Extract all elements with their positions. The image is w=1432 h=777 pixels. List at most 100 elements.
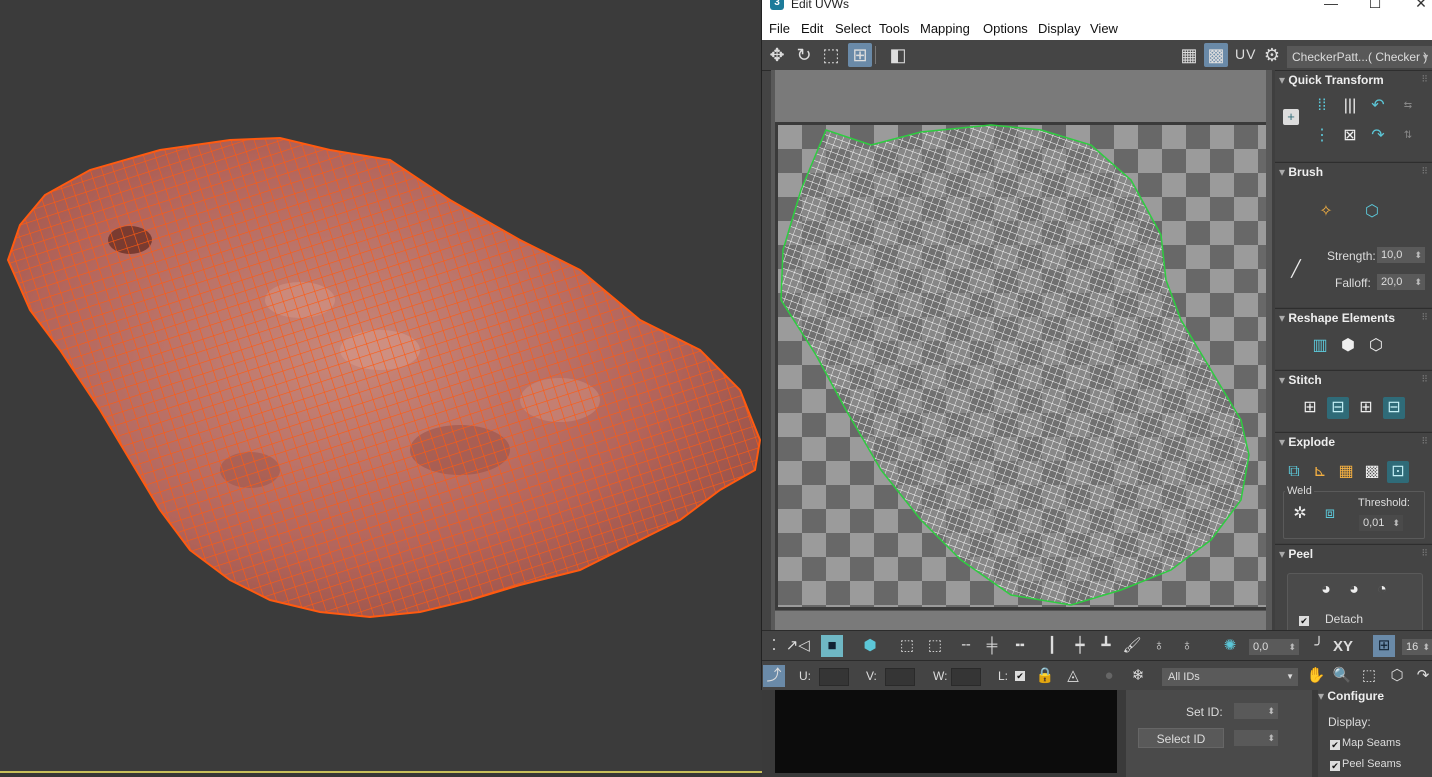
stitch-target-icon[interactable]: ⊟ [1383, 397, 1405, 419]
zoom-extents-icon[interactable]: ⬡ [1386, 665, 1408, 687]
element-mode-icon[interactable]: ■ [821, 635, 843, 657]
explode-by-material-icon[interactable]: ▩ [1361, 461, 1383, 483]
stitch-source-icon[interactable]: ⊟ [1327, 397, 1349, 419]
relax-brush-icon[interactable]: ⬡ [1361, 201, 1383, 223]
edge-select-icon[interactable]: ┻ [1095, 635, 1117, 657]
grid-snap-icon[interactable]: ⊞ [1373, 635, 1395, 657]
space-vertical-icon[interactable]: ⇅ [1397, 125, 1419, 147]
hide-icon[interactable]: ◬ [1062, 665, 1084, 687]
xy-axis-label[interactable]: XY [1333, 638, 1353, 655]
rollout-title[interactable]: Configure [1318, 689, 1384, 703]
select-id-spinner[interactable] [1234, 730, 1278, 746]
texture-map-dropdown[interactable]: CheckerPatt...( Checker ) ▼ [1287, 46, 1432, 68]
rollout-title[interactable]: Stitch [1279, 373, 1321, 387]
rollout-title[interactable]: Brush [1279, 165, 1323, 179]
explode-by-smoothing-icon[interactable]: ▦ [1335, 461, 1357, 483]
lock-icon[interactable]: 🔒 [1034, 665, 1056, 687]
falloff-spinner[interactable]: 20,0 [1377, 274, 1425, 290]
menu-tools[interactable]: Tools [879, 21, 909, 36]
paint-select-icon[interactable]: 🖌 [1121, 635, 1143, 657]
scale-icon[interactable]: ⬚ [819, 43, 843, 67]
flatten-icon[interactable]: ⊾ [1309, 461, 1331, 483]
brush-line-icon[interactable]: ╱ [1285, 259, 1307, 281]
loop-icon[interactable]: ╌ [955, 635, 977, 657]
zoom-region-icon[interactable]: ⬚ [1358, 665, 1380, 687]
w-field[interactable] [951, 668, 981, 686]
menu-select[interactable]: Select [835, 21, 871, 36]
rotate-ccw-icon[interactable]: ↶ [1367, 95, 1389, 117]
menu-display[interactable]: Display [1038, 21, 1081, 36]
point-to-point-icon[interactable]: ┿ [1069, 635, 1091, 657]
space-horizontal-icon[interactable]: ⇆ [1397, 95, 1419, 117]
menu-options[interactable]: Options [983, 21, 1028, 36]
paint-move-icon[interactable]: ✧ [1315, 201, 1337, 223]
quick-peel-icon[interactable]: ◕ [1315, 579, 1337, 601]
align-vertical-icon[interactable]: ||| [1339, 95, 1361, 117]
edit-uvws-window[interactable]: 3 Edit UVWs — ☐ ✕ File Edit Select Tools… [761, 0, 1432, 691]
detach-checkbox[interactable]: ✔ [1299, 616, 1309, 626]
checker-toggle-icon[interactable]: ▩ [1204, 43, 1228, 67]
freeze-icon[interactable]: ❄ [1127, 665, 1149, 687]
select-shrink-icon[interactable]: ⬚ [924, 635, 946, 657]
l-checkbox[interactable]: ✔ [1015, 671, 1025, 681]
rotate-icon[interactable]: ↻ [792, 43, 816, 67]
space-icon[interactable]: ⊠ [1339, 125, 1361, 147]
rectangularize-icon[interactable]: ⬡ [1365, 335, 1387, 357]
peel-seams-checkbox[interactable]: ✔ [1330, 761, 1340, 771]
uv-island[interactable] [771, 70, 1276, 630]
soft-selection-icon[interactable]: ╯ [1308, 635, 1330, 657]
loop-grow-icon[interactable]: ╪ [981, 635, 1003, 657]
zoom-icon[interactable]: 🔍 [1331, 665, 1353, 687]
rollout-title[interactable]: Quick Transform [1279, 73, 1383, 87]
freeform-icon[interactable]: ⊞ [848, 43, 872, 67]
polygon-mode-icon[interactable]: ◁ [793, 635, 815, 657]
unhide-icon[interactable]: ● [1098, 665, 1120, 687]
reset-peel-icon[interactable]: ◔ [1371, 579, 1393, 601]
rotate-cw-icon[interactable]: ↷ [1367, 125, 1389, 147]
brush-grow-icon[interactable]: ♁ [1148, 635, 1170, 657]
straighten-icon[interactable]: ▥ [1309, 335, 1331, 357]
menu-view[interactable]: View [1090, 21, 1118, 36]
select-grow-icon[interactable]: ⬚ [896, 635, 918, 657]
align-center-icon[interactable]: + [1283, 109, 1299, 125]
map-seams-checkbox[interactable]: ✔ [1330, 740, 1340, 750]
stitch-average-icon[interactable]: ⊞ [1355, 397, 1377, 419]
title-bar[interactable]: 3 Edit UVWs — ☐ ✕ [762, 0, 1432, 14]
strength-spinner[interactable]: 10,0 [1377, 247, 1425, 263]
maximize-button[interactable]: ☐ [1365, 0, 1385, 12]
rock-mesh-render[interactable] [0, 0, 762, 772]
u-field[interactable] [819, 668, 849, 686]
select-id-button[interactable]: Select ID [1138, 728, 1224, 748]
ring-icon[interactable]: ╍ [1009, 635, 1031, 657]
3d-viewport[interactable] [0, 0, 762, 772]
rollout-title[interactable]: Reshape Elements [1279, 311, 1395, 325]
align-vertical-2-icon[interactable]: ⋮ [1311, 125, 1333, 147]
stitch-custom-icon[interactable]: ⊞ [1299, 397, 1321, 419]
uv-axis-label[interactable]: UV [1235, 46, 1256, 62]
angle-spinner[interactable]: 0,0 [1249, 639, 1299, 655]
grid-spinner[interactable]: 16 [1402, 639, 1432, 655]
menu-edit[interactable]: Edit [801, 21, 823, 36]
move-icon[interactable]: ✥ [765, 43, 789, 67]
threshold-spinner[interactable]: 0,01 [1359, 515, 1403, 531]
weld-target-icon[interactable]: ✲ [1289, 503, 1311, 525]
pan-icon[interactable]: ✋ [1305, 665, 1327, 687]
mirror-icon[interactable]: ◧ [886, 43, 910, 67]
set-id-spinner[interactable] [1234, 703, 1278, 719]
menu-file[interactable]: File [769, 21, 790, 36]
brush-shrink-icon[interactable]: ♁ [1176, 635, 1198, 657]
minimize-button[interactable]: — [1321, 0, 1341, 11]
close-button[interactable]: ✕ [1411, 0, 1431, 12]
break-icon[interactable]: ⧉ [1283, 461, 1305, 483]
element-3d-icon[interactable]: ⬢ [859, 635, 881, 657]
uv-editor-viewport[interactable] [771, 70, 1276, 631]
editor-scrollbar[interactable] [775, 610, 1266, 631]
menu-mapping[interactable]: Mapping [920, 21, 970, 36]
material-ids-dropdown[interactable]: All IDs ▼ [1162, 668, 1298, 686]
relax-icon[interactable]: ⬢ [1337, 335, 1359, 357]
align-horizontal-icon[interactable]: ⁞⁞ [1311, 95, 1333, 117]
rollout-title[interactable]: Peel [1279, 547, 1313, 561]
v-field[interactable] [885, 668, 915, 686]
rollout-title[interactable]: Explode [1279, 435, 1335, 449]
rotation-icon[interactable]: ✺ [1219, 635, 1241, 657]
